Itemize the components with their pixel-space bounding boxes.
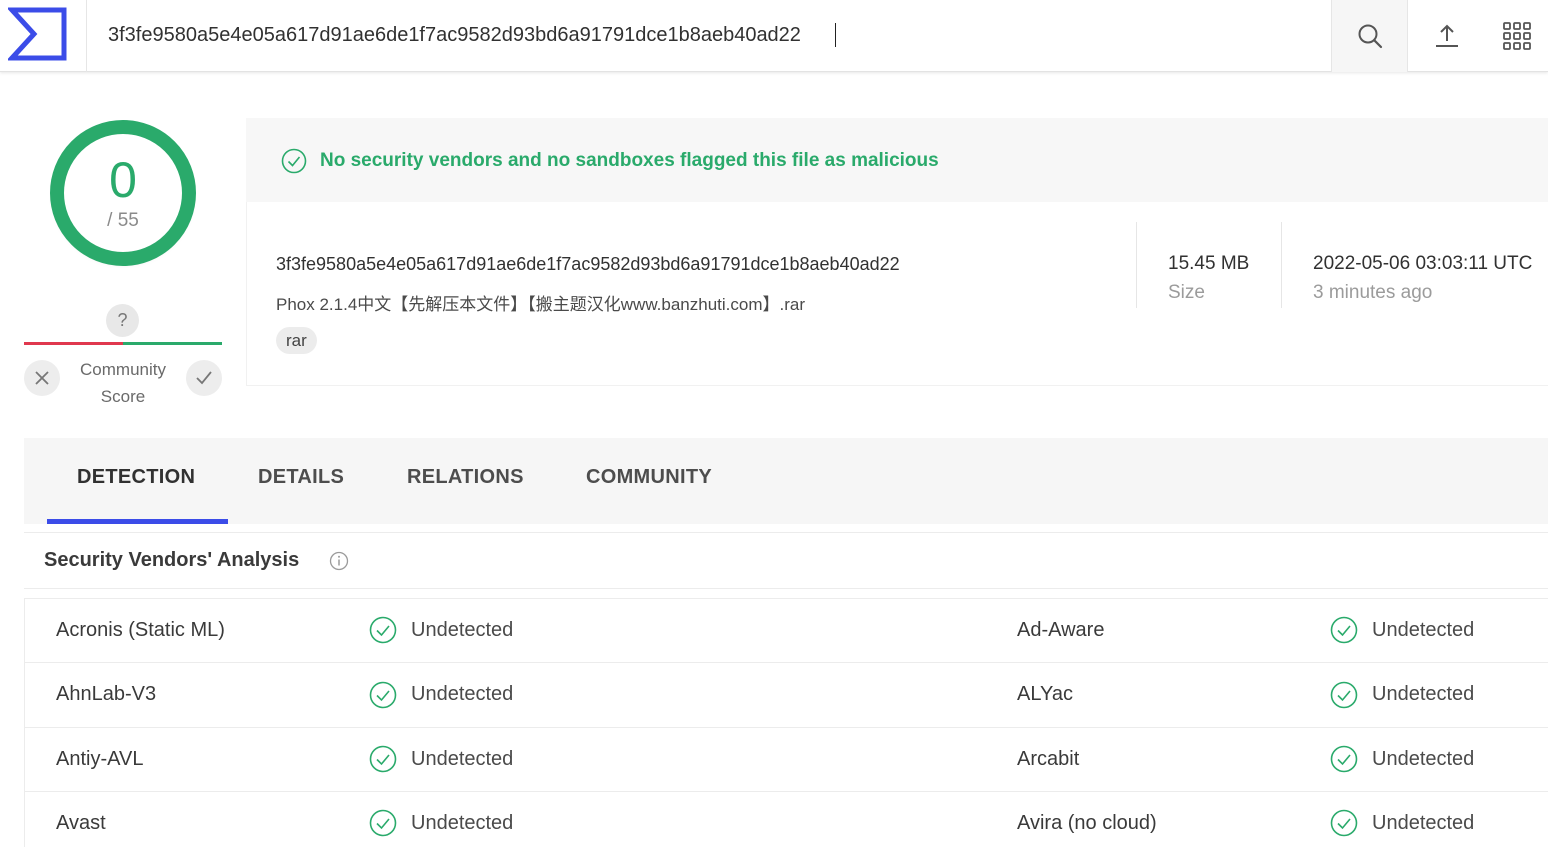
text-caret [835,23,836,47]
search-input[interactable] [108,18,1308,52]
info-icon[interactable] [329,551,349,571]
detection-count: 0 [109,152,137,208]
tab-bar [24,438,1548,524]
upload-button[interactable] [1409,0,1485,72]
vendor-status: Undetected [411,748,514,770]
vendor-name: AhnLab-V3 [56,683,157,705]
tab-relations[interactable]: RELATIONS [407,466,524,489]
file-size-label: Size [1168,282,1205,303]
community-score-bar-positive [123,342,222,345]
vendor-status: Undetected [1372,748,1475,770]
table-row [24,663,1548,728]
vendor-status: Undetected [1372,683,1475,705]
apps-grid-icon [1503,22,1531,50]
close-icon [35,371,49,385]
community-score-unknown-badge: ? [106,304,139,337]
logo-divider [86,0,87,72]
file-type-tag[interactable]: rar [276,327,317,354]
check-circle-icon [1330,745,1358,773]
check-circle-icon [1330,616,1358,644]
section-title: Security Vendors' Analysis [44,549,300,571]
vendor-name: Acronis (Static ML) [56,619,225,641]
vote-malicious-button[interactable] [24,360,60,396]
tab-details[interactable]: DETAILS [258,466,344,489]
scan-date-relative: 3 minutes ago [1313,282,1433,303]
virustotal-logo[interactable] [8,6,70,62]
vendor-name: Arcabit [1017,748,1080,770]
community-score-bar-negative [24,342,123,345]
vendor-name: Avira (no cloud) [1017,812,1157,834]
verdict-text: No security vendors and no sandboxes fla… [320,150,939,171]
check-circle-icon [1330,681,1358,709]
community-score-label: Community Score [80,360,166,406]
check-circle-icon [369,681,397,709]
table-row [24,598,1548,663]
vendor-status: Undetected [1372,619,1475,641]
table-row [24,727,1548,792]
check-circle-icon [1330,809,1358,837]
apps-button[interactable] [1486,0,1548,72]
vendor-status: Undetected [411,683,514,705]
meta-divider [1281,222,1282,308]
search-button[interactable] [1331,0,1408,72]
vendor-status: Undetected [411,812,514,834]
meta-divider [1136,222,1137,308]
tab-community[interactable]: COMMUNITY [586,466,712,489]
vendor-status: Undetected [1372,812,1475,834]
vendor-status: Undetected [411,619,514,641]
file-hash: 3f3fe9580a5e4e05a617d91ae6de1f7ac9582d93… [276,254,900,274]
vendor-name: Avast [56,812,106,834]
file-name: Phox 2.1.4中文【先解压本文件】【搬主题汉化www.banzhuti.c… [276,295,806,314]
check-circle-icon [281,148,307,174]
check-circle-icon [369,616,397,644]
scan-date-value: 2022-05-06 03:03:11 UTC [1313,253,1533,274]
vote-harmless-button[interactable] [186,360,222,396]
vendor-name: Ad-Aware [1017,619,1105,641]
check-icon [196,371,212,385]
vendor-name: Antiy-AVL [56,748,144,770]
top-bar [0,0,1548,72]
upload-icon [1436,24,1458,47]
tab-detection[interactable]: DETECTION [77,466,195,489]
detection-total: / 55 [107,210,139,231]
check-circle-icon [369,745,397,773]
check-circle-icon [369,809,397,837]
search-icon [1358,24,1382,49]
vendor-name: ALYac [1017,683,1073,705]
file-size-value: 15.45 MB [1168,253,1250,274]
active-tab-indicator [47,519,228,524]
